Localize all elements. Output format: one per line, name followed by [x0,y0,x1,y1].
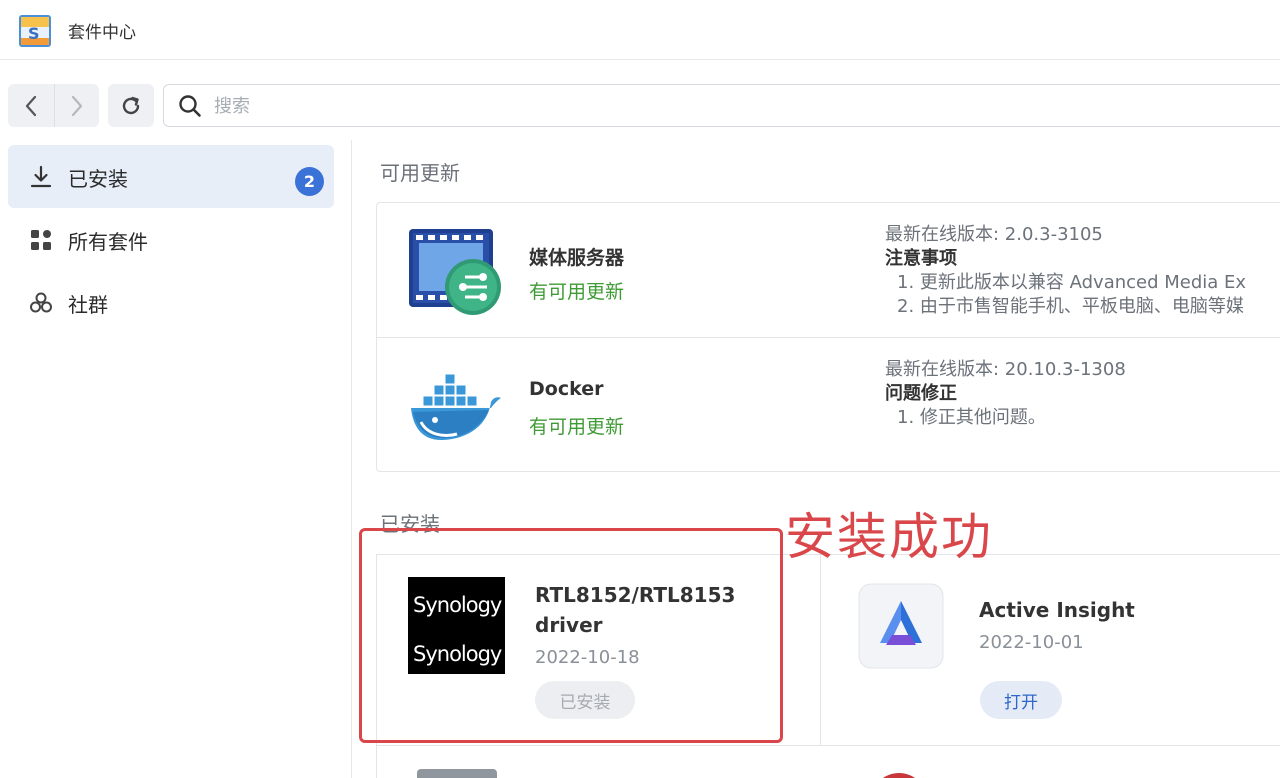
sidebar-item-label: 社群 [68,293,108,317]
refresh-icon [122,96,140,114]
media-server-icon [409,229,501,315]
row-divider [377,745,1280,746]
note-item: 2. 由于市售智能手机、平板电脑、电脑等媒 [897,296,1244,317]
refresh-button[interactable] [108,84,154,127]
history-nav [8,84,99,127]
open-button[interactable]: 打开 [980,681,1062,719]
package-icon-partial [871,773,927,778]
window-title: 套件中心 [68,23,136,43]
latest-version: 最新在线版本: 20.10.3-1308 [885,359,1126,380]
release-notes: 最新在线版本: 20.10.3-1308 问题修正 1. 修正其他问题。 [885,358,1280,430]
search-icon [179,95,201,117]
note-item: 1. 修正其他问题。 [897,407,1046,428]
count-badge: 2 [295,167,324,196]
note-item: 1. 更新此版本以兼容 Advanced Media Ex [897,272,1247,293]
notes-heading: 问题修正 [885,383,957,404]
download-icon [30,165,52,188]
sidebar: 已安装 2 所有套件 社群 [0,140,352,778]
package-card[interactable]: Active Insight 2022-10-01 打开 [822,555,1280,745]
package-name: Active Insight [979,598,1135,622]
annotation-highlight-box [359,528,783,743]
sidebar-item-label: 已安装 [68,167,128,191]
updates-section-title: 可用更新 [380,161,460,185]
package-icon-partial [417,769,497,778]
update-status: 有可用更新 [529,281,625,303]
active-insight-icon [858,583,944,669]
chevron-right-icon [71,95,83,116]
annotation-text: 安装成功 [785,508,993,566]
svg-text:S: S [28,24,40,43]
sidebar-item-label: 所有套件 [68,230,148,254]
docker-icon [411,373,501,440]
latest-version: 最新在线版本: 2.0.3-3105 [885,224,1103,245]
back-button[interactable] [8,84,53,127]
notes-heading: 注意事项 [885,248,957,269]
package-name: Docker [529,378,604,400]
package-center-icon: S [19,15,51,47]
chevron-left-icon [25,95,36,116]
community-icon [30,292,52,313]
grid-icon [31,230,51,250]
forward-button[interactable] [54,84,99,127]
sidebar-item-community[interactable]: 社群 [8,271,334,334]
install-date: 2022-10-01 [979,632,1084,653]
release-notes: 最新在线版本: 2.0.3-3105 注意事项 1. 更新此版本以兼容 Adva… [885,223,1280,319]
updates-panel: 媒体服务器 有可用更新 最新在线版本: 2.0.3-3105 注意事项 1. 更… [376,202,1280,472]
update-item[interactable]: Docker 有可用更新 最新在线版本: 20.10.3-1308 问题修正 1… [377,337,1280,471]
update-status: 有可用更新 [529,416,625,438]
search-box [163,84,1280,127]
sidebar-item-installed[interactable]: 已安装 2 [8,145,334,208]
update-item[interactable]: 媒体服务器 有可用更新 最新在线版本: 2.0.3-3105 注意事项 1. 更… [377,203,1280,337]
package-name: 媒体服务器 [529,247,625,269]
sidebar-item-all-packages[interactable]: 所有套件 [8,208,334,271]
title-bar: S 套件中心 [0,0,1280,60]
search-input[interactable] [214,91,1264,121]
